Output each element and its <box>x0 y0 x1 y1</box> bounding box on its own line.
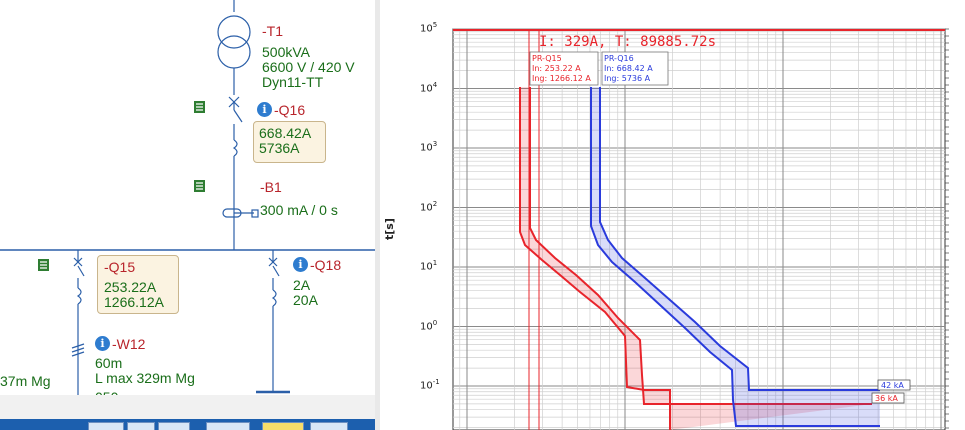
pr-q16-legend-line: Ing: 5736 A <box>604 74 651 83</box>
transformer-secondary-winding[interactable] <box>217 35 251 69</box>
chart-title: I: 329A, T: 89885.72s <box>539 34 716 50</box>
y-tick-label: 10-1 <box>420 378 440 392</box>
pr-q15-legend-line: Ing: 1266.12 A <box>532 74 591 83</box>
w12-length: 60m <box>95 355 123 371</box>
pr-q15-legend-line: In: 253.22 A <box>532 64 581 73</box>
y-tick-label: 101 <box>420 259 438 273</box>
time-current-chart: t[s] I: 329A, T: 89885.72s PR-Q15 In: 253.… <box>380 0 965 430</box>
y-tick-label: 105 <box>420 21 438 35</box>
chart-canvas: I: 329A, T: 89885.72sPR-Q15In: 253.22 AI… <box>452 28 949 430</box>
info-icon[interactable]: i <box>95 336 110 351</box>
q15-rating-in: 253.22A <box>104 279 157 295</box>
transformer-voltage: 6600 V / 420 V <box>262 59 355 75</box>
q16-rating-ing: 5736A <box>259 140 300 156</box>
annotation-label: 42 kA <box>881 381 904 390</box>
b1-name: -B1 <box>260 179 282 195</box>
y-tick-label: 103 <box>420 140 438 154</box>
transformer-name: -T1 <box>262 23 283 39</box>
q16-rating-in: 668.42A <box>259 125 312 141</box>
annotation-label: 36 kA <box>875 394 898 403</box>
single-line-diagram: -T1 500kVA 6600 V / 420 V Dyn11-TT i -Q1… <box>0 0 375 430</box>
pr-q16-legend-line: In: 668.42 A <box>604 64 653 73</box>
q15-rating-ing: 1266.12A <box>104 294 164 310</box>
w12-name: -W12 <box>112 336 146 352</box>
toolbar-button[interactable] <box>310 422 348 430</box>
y-tick-label: 104 <box>420 80 438 94</box>
document-icon[interactable] <box>193 179 206 193</box>
b1-setting: 300 mA / 0 s <box>260 202 338 218</box>
pr-q15-legend-line: PR-Q15 <box>532 54 562 63</box>
transformer-primary-winding[interactable] <box>217 15 251 49</box>
toolbar-button[interactable] <box>88 422 124 430</box>
document-icon[interactable] <box>37 258 50 272</box>
q15-name: -Q15 <box>104 259 136 275</box>
document-icon[interactable] <box>193 100 206 114</box>
left-feeder-cut-label: 37m Mg <box>0 373 51 389</box>
w12-lmax: L max 329m Mg <box>95 370 195 386</box>
toolbar-button-active[interactable] <box>262 422 304 430</box>
toolbar-button[interactable] <box>206 422 250 430</box>
y-tick-label: 100 <box>420 318 438 332</box>
transformer-power: 500kVA <box>262 44 310 60</box>
q18-name: -Q18 <box>310 257 342 273</box>
info-icon[interactable]: i <box>293 257 308 272</box>
y-tick-label: 102 <box>420 199 438 213</box>
q18-rating-ing: 20A <box>293 292 318 308</box>
toolbar-button[interactable] <box>158 422 190 430</box>
w12-cut-label: 050 <box>95 390 118 395</box>
toolbar-button[interactable] <box>127 422 155 430</box>
pr-q16-legend-line: PR-Q16 <box>604 54 634 63</box>
q16-name: -Q16 <box>274 102 306 118</box>
info-icon[interactable]: i <box>257 102 272 117</box>
transformer-vector-group: Dyn11-TT <box>262 74 324 90</box>
q18-rating-in: 2A <box>293 277 311 293</box>
